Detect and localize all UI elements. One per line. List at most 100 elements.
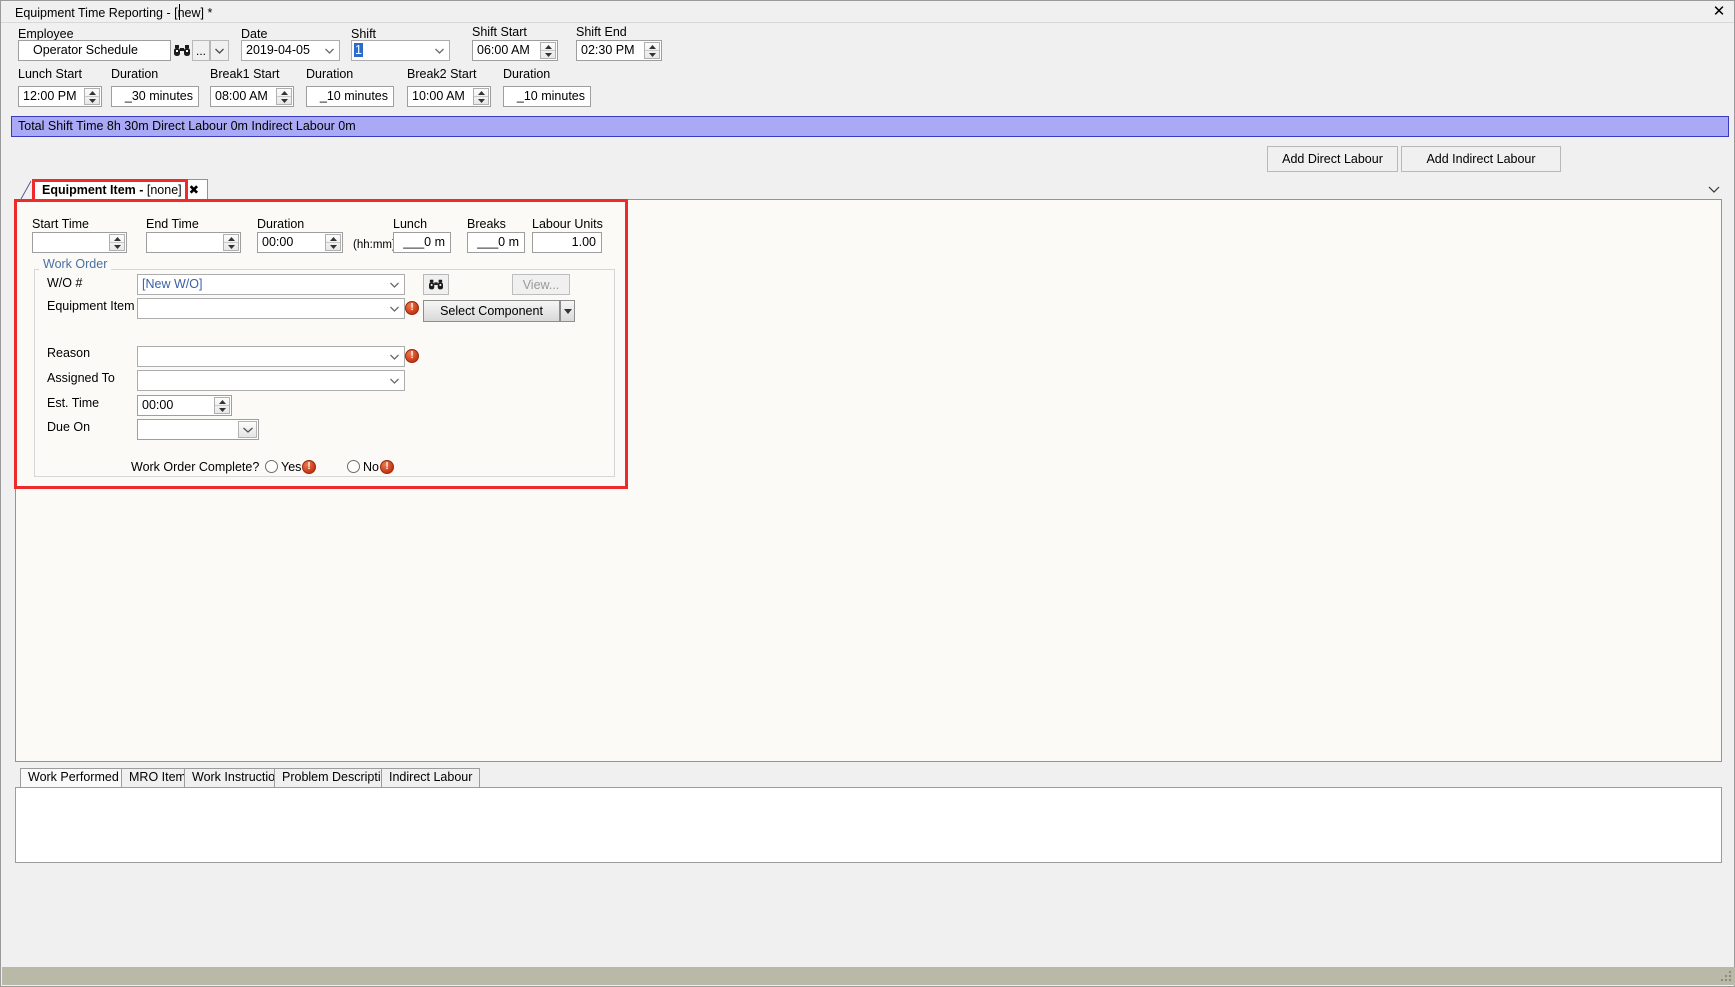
stepper-down-icon [474, 97, 488, 104]
lunch-start-stepper[interactable] [84, 88, 100, 105]
end-time-spinner[interactable] [146, 232, 241, 253]
duration-stepper[interactable] [325, 234, 341, 251]
chevron-down-icon[interactable] [386, 300, 403, 317]
shift-start-value: 06:00 AM [477, 43, 530, 57]
equipment-item-tabstrip: Equipment Item - [none] ✖ [15, 179, 1722, 201]
document-tab[interactable]: Equipment Time Reporting - [new] * [9, 3, 221, 24]
tabstrip-overflow-button[interactable] [1708, 183, 1720, 197]
break2-start-spinner[interactable]: 10:00 AM [407, 86, 491, 107]
shift-start-spinner[interactable]: 06:00 AM [472, 40, 558, 61]
employee-binoculars-icon[interactable] [172, 41, 192, 63]
assigned-to-label: Assigned To [47, 371, 115, 385]
stepper-up-icon [110, 235, 124, 243]
chevron-down-icon[interactable] [431, 42, 448, 59]
tab-indirect-labour[interactable]: Indirect Labour [381, 768, 481, 787]
title-bar: Equipment Time Reporting - [new] * ✕ [1, 1, 1734, 24]
break1-start-spinner[interactable]: 08:00 AM [210, 86, 294, 107]
reason-error-icon [405, 349, 419, 363]
break2-start-stepper[interactable] [473, 88, 489, 105]
employee-input[interactable]: Operator Schedule [18, 40, 171, 61]
stepper-down-icon [326, 243, 340, 250]
stepper-up-icon [474, 89, 488, 97]
shift-end-spinner[interactable]: 02:30 PM [576, 40, 662, 61]
chevron-down-icon[interactable] [386, 276, 403, 293]
lunch-duration-input[interactable]: _30 minutes [111, 86, 199, 107]
chevron-down-icon [563, 308, 572, 314]
reason-combo[interactable] [137, 346, 405, 367]
work-performed-textarea[interactable] [15, 787, 1722, 863]
bottom-tabstrip: Work Performed MRO Items Work Instructio… [15, 768, 1722, 787]
work-order-complete-no-error-icon [380, 460, 394, 474]
shift-end-stepper[interactable] [644, 42, 660, 59]
stepper-up-icon [645, 43, 659, 51]
chevron-down-icon[interactable] [386, 348, 403, 365]
shift-end-value: 02:30 PM [581, 43, 635, 57]
wo-number-combo[interactable]: [New W/O] [137, 274, 405, 295]
wo-number-value: [New W/O] [142, 277, 203, 291]
work-order-complete-yes-error-icon [302, 460, 316, 474]
stepper-up-icon [277, 89, 291, 97]
assigned-to-combo[interactable] [137, 370, 405, 391]
lunch-duration-label: Duration [111, 67, 159, 81]
employee-dropdown-button[interactable] [210, 40, 229, 61]
add-indirect-labour-button[interactable]: Add Indirect Labour [1401, 146, 1561, 172]
breaks-minutes-input[interactable]: ___0 m [467, 232, 525, 253]
application-window: Equipment Time Reporting - [new] * ✕ Emp… [0, 0, 1735, 987]
lunch-minutes-input[interactable]: ___0 m [393, 232, 451, 253]
date-label: Date [241, 27, 268, 41]
stepper-up-icon [326, 235, 340, 243]
add-direct-labour-button[interactable]: Add Direct Labour [1267, 146, 1398, 172]
stepper-down-icon [110, 243, 124, 250]
stepper-down-icon [645, 51, 659, 58]
start-time-spinner[interactable] [32, 232, 127, 253]
employee-ellipsis-button[interactable]: ... [192, 40, 210, 61]
start-time-stepper[interactable] [109, 234, 125, 251]
close-icon[interactable]: ✕ [1711, 4, 1727, 20]
lunch-start-label: Lunch Start [18, 67, 82, 81]
date-combo[interactable]: 2019-04-05 [241, 40, 340, 61]
work-order-complete-label: Work Order Complete? [131, 460, 260, 474]
break1-duration-input[interactable]: _10 minutes [306, 86, 394, 107]
select-component-button[interactable]: Select Component [423, 300, 560, 322]
duration-spinner[interactable]: 00:00 [257, 232, 343, 253]
est-time-spinner[interactable]: 00:00 [137, 395, 232, 416]
lunch-start-spinner[interactable]: 12:00 PM [18, 86, 102, 107]
resize-grip-icon[interactable] [1719, 969, 1733, 983]
break2-duration-input[interactable]: _10 minutes [503, 86, 591, 107]
break1-start-stepper[interactable] [276, 88, 292, 105]
equipment-item-label: Equipment Item [47, 299, 135, 313]
shift-end-label: Shift End [576, 25, 627, 39]
tab-equipment-item[interactable]: Equipment Item - [none] ✖ [33, 179, 209, 200]
break2-start-label: Break2 Start [407, 67, 477, 81]
shift-label: Shift [351, 27, 377, 41]
employee-label: Employee [18, 27, 74, 41]
chevron-down-icon[interactable] [321, 42, 338, 59]
tab-work-performed[interactable]: Work Performed [20, 768, 127, 787]
document-tab-label: Equipment Time Reporting - [new] * [15, 6, 213, 20]
shift-combo[interactable]: 1 [351, 40, 450, 61]
due-on-combo[interactable] [137, 419, 259, 440]
shift-start-stepper[interactable] [540, 42, 556, 59]
est-time-stepper[interactable] [214, 397, 230, 414]
chevron-down-icon [215, 48, 224, 54]
chevron-down-icon[interactable] [238, 421, 257, 438]
wo-search-button[interactable] [423, 274, 449, 295]
reason-label: Reason [47, 346, 91, 360]
breaks-label: Breaks [467, 217, 506, 231]
end-time-stepper[interactable] [223, 234, 239, 251]
view-button[interactable]: View... [512, 274, 570, 295]
select-component-dropdown-button[interactable] [560, 300, 575, 322]
work-order-group-label: Work Order [39, 257, 112, 271]
work-order-complete-no-radio[interactable] [347, 460, 360, 473]
stepper-up-icon [224, 235, 238, 243]
work-order-complete-yes-radio[interactable] [265, 460, 278, 473]
lunch-start-value: 12:00 PM [23, 89, 77, 103]
equipment-item-combo[interactable] [137, 298, 405, 319]
est-time-label: Est. Time [47, 396, 100, 410]
est-time-value: 00:00 [142, 398, 174, 412]
wo-number-label: W/O # [47, 276, 83, 290]
tab-close-icon[interactable]: ✖ [189, 182, 199, 197]
labour-units-input[interactable]: 1.00 [532, 232, 602, 253]
chevron-down-icon[interactable] [386, 372, 403, 389]
status-bar [2, 967, 1735, 985]
